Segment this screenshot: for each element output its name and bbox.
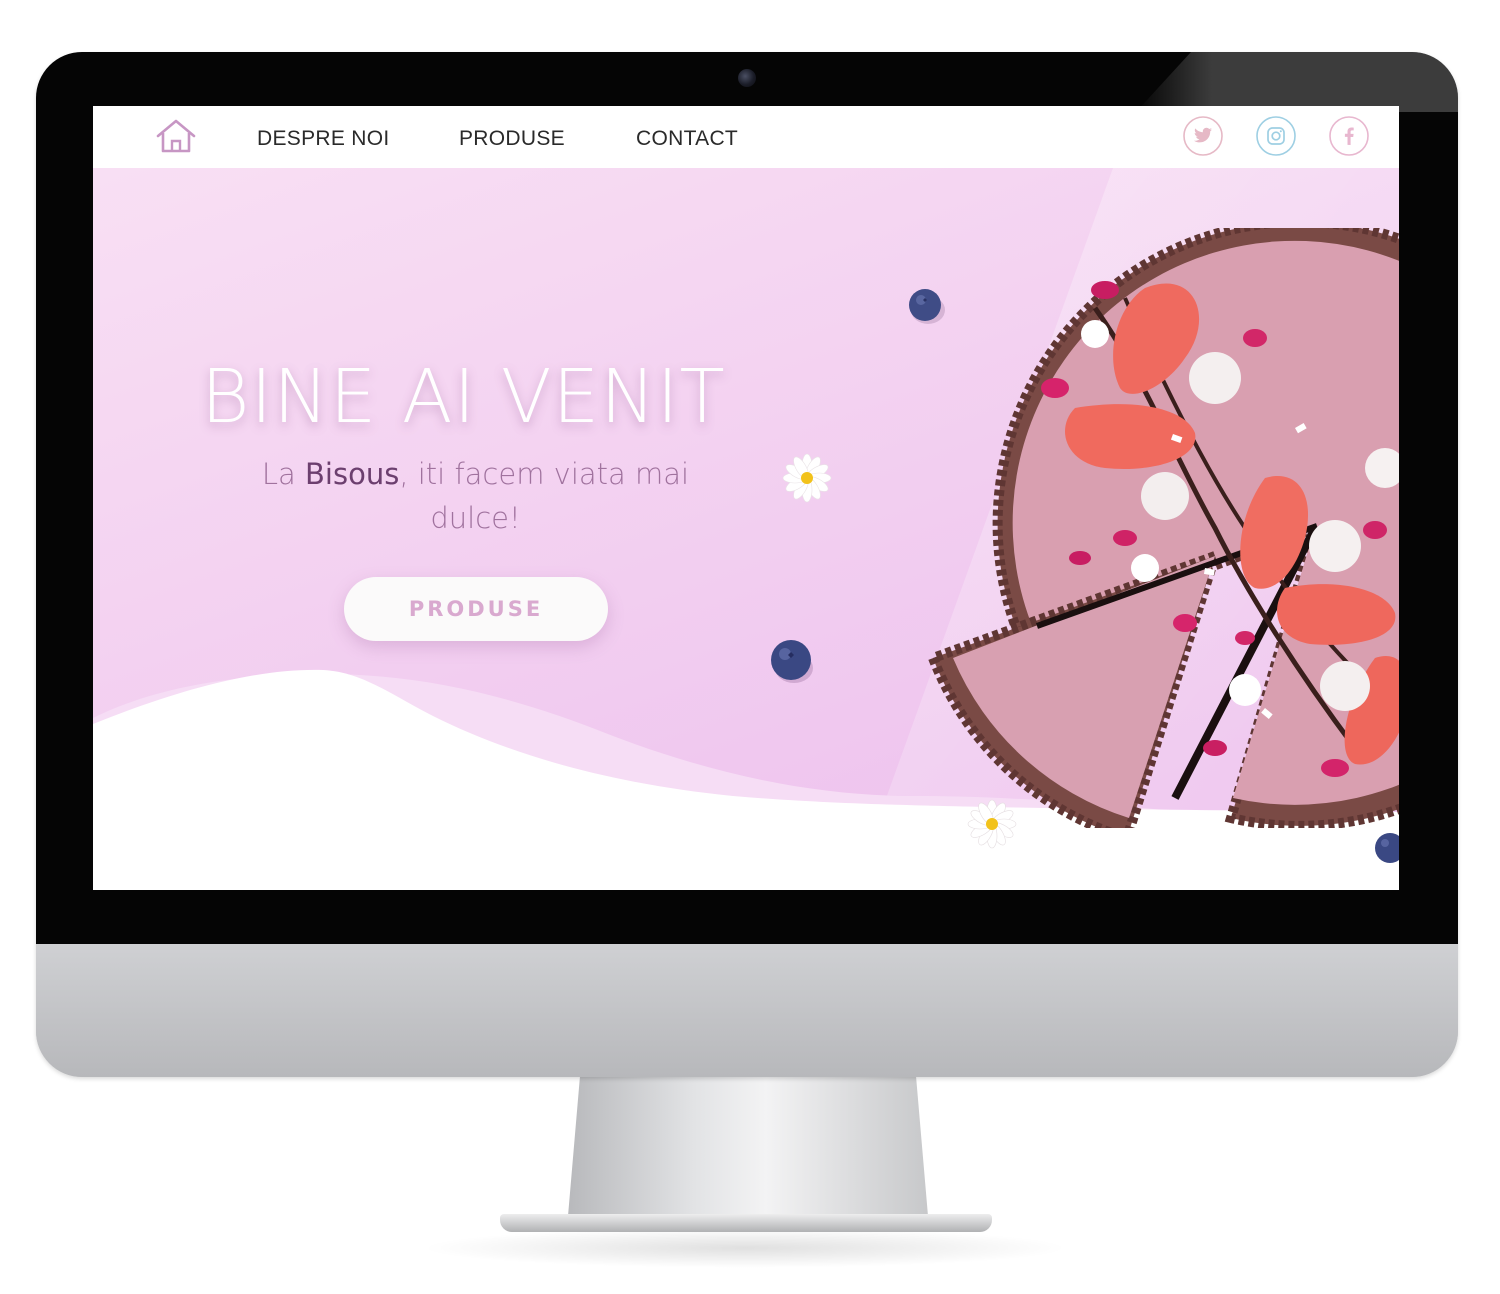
nav-link-despre-noi[interactable]: DESPRE NOI — [257, 127, 390, 151]
daisy-image — [782, 453, 832, 503]
hero-subtitle: La Bisous, iti facem viata mai dulce! — [223, 452, 728, 540]
bezel-glare — [1136, 52, 1458, 112]
monitor-chin — [36, 944, 1458, 1077]
twitter-icon[interactable] — [1182, 115, 1224, 157]
facebook-icon[interactable] — [1328, 115, 1370, 157]
website-screen: DESPRE NOI PRODUSE CONTACT BINE AI VENIT… — [93, 106, 1399, 890]
mockup-stage: DESPRE NOI PRODUSE CONTACT BINE AI VENIT… — [0, 0, 1500, 1294]
hero-title: BINE AI VENIT — [201, 354, 726, 440]
subtitle-suffix: , iti facem viata mai dulce! — [399, 457, 690, 535]
subtitle-prefix: La — [261, 457, 306, 491]
webcam-icon — [738, 69, 756, 87]
home-icon[interactable] — [155, 118, 197, 154]
nav-link-contact[interactable]: CONTACT — [636, 127, 738, 151]
produse-button[interactable]: PRODUSE — [344, 577, 608, 641]
blueberry-image — [771, 640, 813, 683]
instagram-icon[interactable] — [1255, 115, 1297, 157]
nav-link-produse[interactable]: PRODUSE — [459, 127, 565, 151]
blueberry-image — [1375, 833, 1399, 863]
monitor-stand-base — [500, 1214, 992, 1232]
brand-name: Bisous — [305, 457, 400, 491]
top-navbar: DESPRE NOI PRODUSE CONTACT — [93, 106, 1399, 168]
strawberry-tart-image — [926, 228, 1399, 828]
stand-shadow — [420, 1228, 1070, 1268]
monitor-stand-neck — [568, 1076, 928, 1216]
